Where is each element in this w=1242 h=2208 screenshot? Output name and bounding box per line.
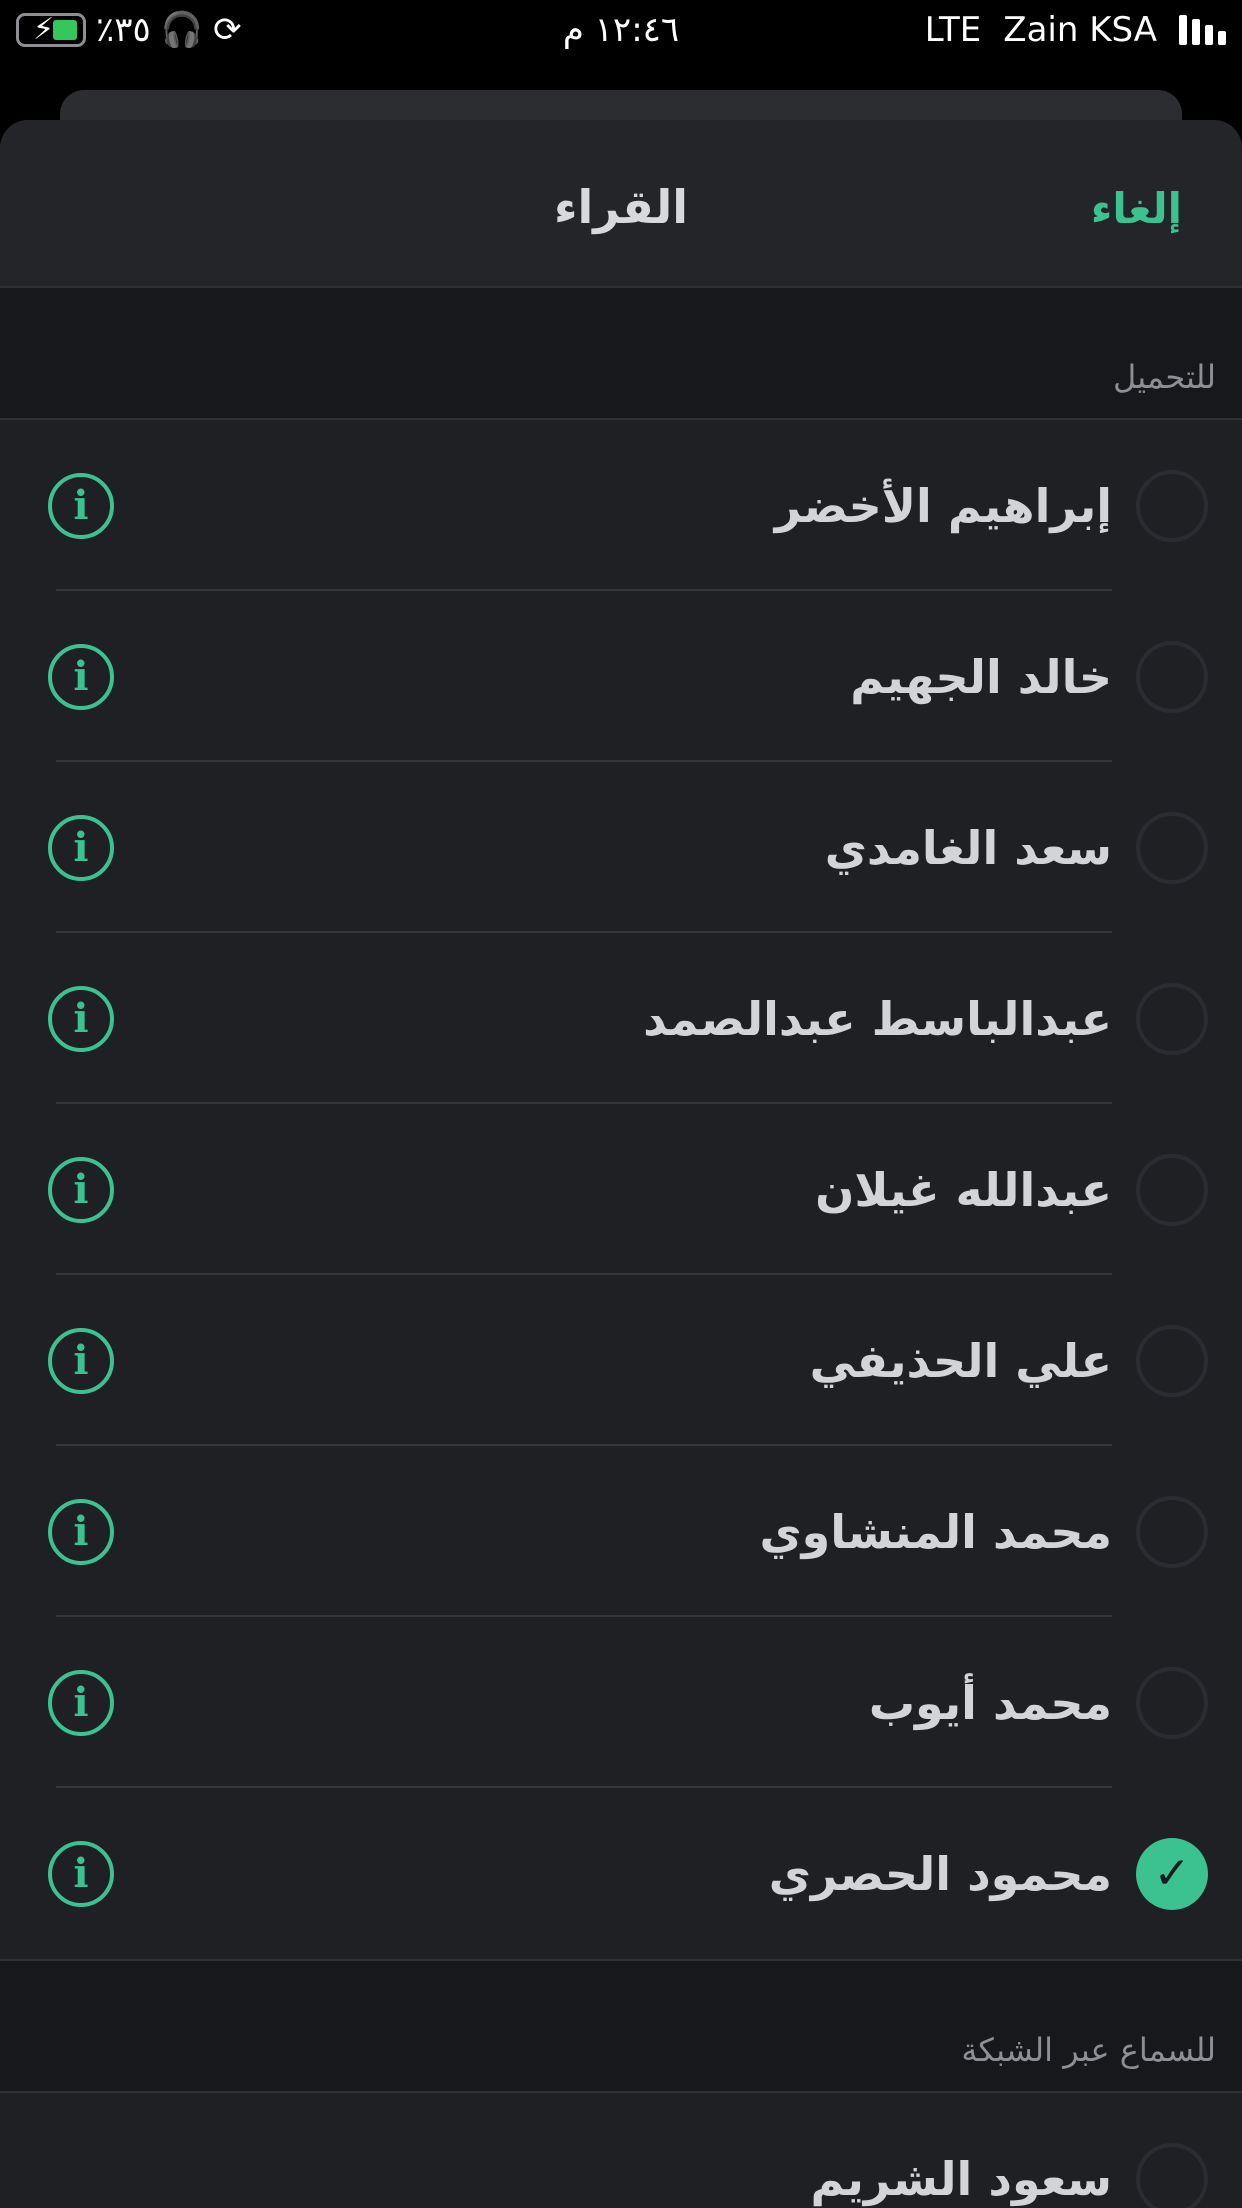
section-header: للتحميل [0, 288, 1242, 418]
carrier-name: Zain KSA [1003, 10, 1157, 50]
network-type: LTE [924, 10, 982, 50]
reciter-name: محمود الحصري [768, 1846, 1112, 1901]
reciter-row[interactable]: إبراهيم الأخضر i [0, 420, 1242, 591]
reciter-name: خالد الجهيم [850, 649, 1112, 704]
radio-button[interactable] [1136, 640, 1208, 713]
reciter-row[interactable]: ✓ محمود الحصري i [0, 1788, 1242, 1959]
navigation-bar: القراء إلغاء [0, 120, 1242, 288]
reciter-row[interactable]: خالد الجهيم i [0, 591, 1242, 762]
reciter-list: إبراهيم الأخضر i خالد الجهيم i سعد الغامدي i ع… [0, 418, 1242, 1961]
radio-button[interactable] [1136, 1495, 1208, 1568]
info-icon[interactable]: i [48, 814, 114, 881]
radio-button[interactable] [1136, 811, 1208, 884]
reciter-name: إبراهيم الأخضر [774, 478, 1112, 533]
info-icon[interactable]: i [48, 1840, 114, 1907]
checkmark-icon[interactable]: ✓ [1136, 1837, 1208, 1910]
reciter-name: سعد الغامدي [824, 820, 1112, 875]
section-header: للسماع عبر الشبكة [0, 1961, 1242, 2091]
reciter-name: سعود الشريم [810, 2151, 1112, 2206]
reciter-row[interactable]: علي الحذيفي i [0, 1275, 1242, 1446]
radio-button[interactable] [1136, 1324, 1208, 1397]
radio-button[interactable] [1136, 1666, 1208, 1739]
info-icon[interactable]: i [48, 985, 114, 1052]
reciter-name: عبدالباسط عبدالصمد [643, 991, 1112, 1046]
radio-button[interactable] [1136, 2142, 1208, 2208]
info-icon[interactable]: i [48, 643, 114, 710]
reciter-name: محمد المنشاوي [759, 1504, 1112, 1559]
section-header-label: للتحميل [1112, 358, 1216, 396]
radio-button[interactable] [1136, 982, 1208, 1055]
reciter-row[interactable]: محمد المنشاوي i [0, 1446, 1242, 1617]
radio-button[interactable] [1136, 469, 1208, 542]
reciter-name: علي الحذيفي [809, 1333, 1112, 1388]
reciters-sheet: القراء إلغاء للتحميل إبراهيم الأخضر i خالد … [0, 120, 1242, 2208]
info-icon[interactable]: i [48, 1327, 114, 1394]
section-header-label: للسماع عبر الشبكة [961, 2031, 1216, 2069]
signal-bars-icon [1179, 15, 1226, 45]
reciter-name: محمد أيوب [868, 1675, 1112, 1730]
radio-button[interactable] [1136, 1153, 1208, 1226]
reciter-row[interactable]: عبدالله غيلان i [0, 1104, 1242, 1275]
cancel-button[interactable]: إلغاء [1091, 184, 1182, 233]
info-icon[interactable]: i [48, 1498, 114, 1565]
reciter-row[interactable]: محمد أيوب i [0, 1617, 1242, 1788]
info-icon[interactable]: i [48, 1156, 114, 1223]
reciter-name: عبدالله غيلان [815, 1162, 1112, 1217]
reciter-row[interactable]: سعد الغامدي i [0, 762, 1242, 933]
reciter-row[interactable]: عبدالباسط عبدالصمد i [0, 933, 1242, 1104]
reciter-row[interactable]: سعود الشريم [0, 2093, 1242, 2208]
info-icon[interactable]: i [48, 472, 114, 539]
page-title: القراء [553, 180, 689, 234]
info-icon[interactable]: i [48, 1669, 114, 1736]
status-bar: ⚡ ٪٣٥ 🎧 ⟳ ١٢:٤٦ م LTE Zain KSA [0, 0, 1242, 62]
status-right: LTE Zain KSA [925, 10, 1226, 50]
reciter-list: سعود الشريم [0, 2091, 1242, 2208]
